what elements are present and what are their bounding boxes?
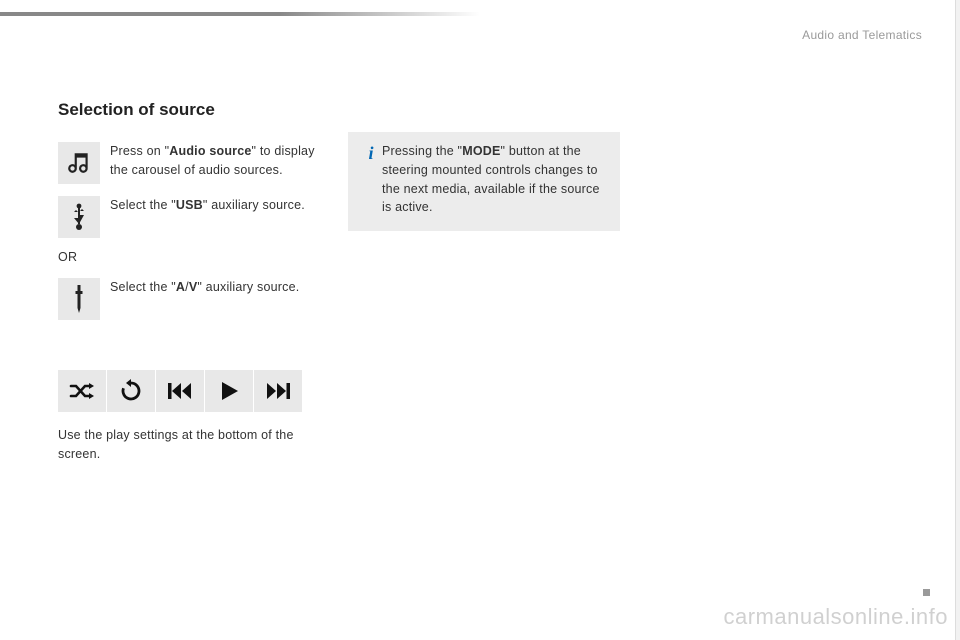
watermark: carmanualsonline.info xyxy=(723,604,948,630)
play-icon xyxy=(205,370,253,412)
play-controls-row xyxy=(58,370,638,412)
top-accent-bar xyxy=(0,12,960,16)
info-icon: i xyxy=(360,142,382,164)
next-track-icon xyxy=(254,370,302,412)
step-audio-source-text: Press on "Audio source" to display the c… xyxy=(110,142,330,180)
bottom-caption: Use the play settings at the bottom of t… xyxy=(58,426,318,464)
bar-solid xyxy=(0,12,280,16)
step-av-text: Select the "A/V" auxiliary source. xyxy=(110,278,299,297)
corner-marker xyxy=(923,589,930,596)
repeat-icon xyxy=(107,370,155,412)
section-label: Audio and Telematics xyxy=(802,28,922,42)
previous-track-icon xyxy=(156,370,204,412)
shuffle-icon xyxy=(58,370,106,412)
bar-fade xyxy=(280,12,480,16)
step-usb-text: Select the "USB" auxiliary source. xyxy=(110,196,305,215)
step-av: Select the "A/V" auxiliary source. xyxy=(58,278,638,320)
info-text: Pressing the "MODE" button at the steeri… xyxy=(382,142,608,217)
info-panel: i Pressing the "MODE" button at the stee… xyxy=(348,132,620,231)
page-title: Selection of source xyxy=(58,100,638,120)
music-note-icon xyxy=(58,142,100,184)
aux-jack-icon xyxy=(58,278,100,320)
or-separator: OR xyxy=(58,250,638,264)
page-edge xyxy=(955,0,960,640)
usb-icon xyxy=(58,196,100,238)
